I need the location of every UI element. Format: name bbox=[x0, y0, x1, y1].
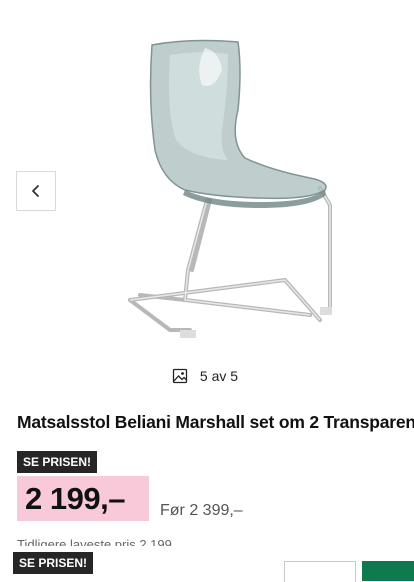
image-counter: 5 av 5 bbox=[0, 368, 414, 384]
price-highlight: 2 199,– bbox=[17, 476, 149, 521]
previous-image-button[interactable] bbox=[16, 171, 56, 211]
image-counter-text: 5 av 5 bbox=[199, 368, 239, 384]
sticky-secondary-button[interactable] bbox=[284, 561, 356, 582]
previous-price: Før 2 399,– bbox=[160, 502, 243, 519]
sticky-price-badge: SE PRISEN! bbox=[13, 552, 94, 574]
current-price: 2 199,– bbox=[25, 480, 125, 516]
price-badge: SE PRISEN! bbox=[17, 451, 98, 473]
image-icon bbox=[172, 368, 188, 384]
sticky-buy-button[interactable] bbox=[362, 561, 414, 581]
product-image-gallery: 5 av 5 bbox=[0, 0, 414, 400]
product-title: Matsalsstol Beliani Marshall set om 2 Tr… bbox=[17, 412, 414, 432]
product-image bbox=[128, 39, 332, 338]
chevron-left-icon bbox=[32, 185, 39, 197]
